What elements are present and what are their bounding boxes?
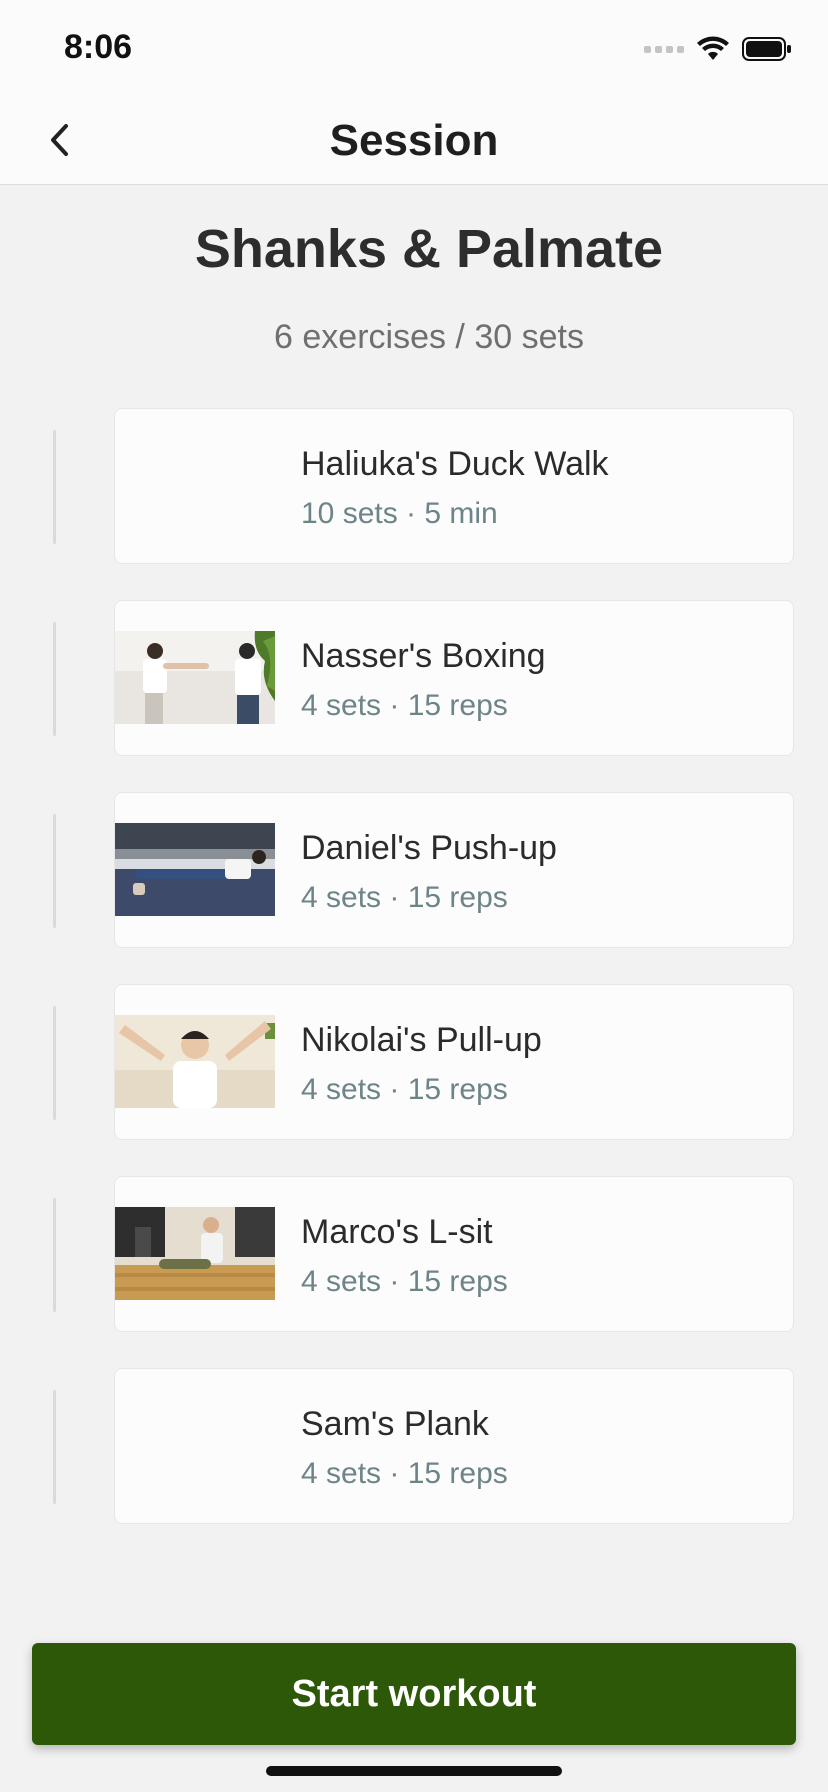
timeline-connector [53, 1006, 56, 1120]
exercise-card[interactable]: Nikolai's Pull-up 4 sets · 15 reps [114, 984, 794, 1140]
exercise-meta: 10 sets · 5 min [301, 497, 498, 530]
exercise-card[interactable]: Daniel's Push-up 4 sets · 15 reps [114, 792, 794, 948]
exercise-name: Nasser's Boxing [301, 637, 546, 675]
session-summary: 6 exercises / 30 sets [274, 318, 584, 356]
timeline-connector [53, 430, 56, 544]
nav-bar: Session [0, 96, 828, 185]
status-icons [644, 36, 792, 62]
nav-title: Session [329, 116, 499, 165]
list-item: Marco's L-sit 4 sets · 15 reps [0, 1176, 828, 1368]
exercise-name: Nikolai's Pull-up [301, 1021, 542, 1059]
timeline-connector [53, 1198, 56, 1312]
timeline-connector [53, 1390, 56, 1504]
list-item: Nikolai's Pull-up 4 sets · 15 reps [0, 984, 828, 1176]
exercise-thumbnail [115, 1015, 275, 1108]
exercise-name: Haliuka's Duck Walk [301, 445, 609, 483]
exercise-name: Marco's L-sit [301, 1213, 493, 1251]
list-item: Daniel's Push-up 4 sets · 15 reps [0, 792, 828, 984]
exercise-list: Haliuka's Duck Walk 10 sets · 5 min Nass… [0, 408, 828, 1560]
exercise-card[interactable]: Nasser's Boxing 4 sets · 15 reps [114, 600, 794, 756]
exercise-name: Daniel's Push-up [301, 829, 557, 867]
session-title: Shanks & Palmate [194, 219, 664, 279]
exercise-thumbnail [115, 823, 275, 916]
exercise-card[interactable]: Haliuka's Duck Walk 10 sets · 5 min [114, 408, 794, 564]
exercise-card[interactable]: Marco's L-sit 4 sets · 15 reps [114, 1176, 794, 1332]
exercise-meta: 4 sets · 15 reps [301, 881, 508, 914]
home-indicator[interactable] [266, 1766, 562, 1776]
wifi-icon [697, 36, 729, 60]
timeline-connector [53, 814, 56, 928]
list-item: Nasser's Boxing 4 sets · 15 reps [0, 600, 828, 792]
exercise-name: Sam's Plank [301, 1405, 489, 1443]
list-item: Haliuka's Duck Walk 10 sets · 5 min [0, 408, 828, 600]
list-item: Sam's Plank 4 sets · 15 reps [0, 1368, 828, 1560]
battery-icon [742, 37, 791, 61]
exercise-meta: 4 sets · 15 reps [301, 689, 508, 722]
exercise-meta: 4 sets · 15 reps [301, 1265, 508, 1298]
exercise-thumbnail [115, 631, 275, 724]
signal-icon [644, 45, 684, 53]
start-workout-button[interactable]: Start workout [32, 1643, 796, 1745]
exercise-meta: 4 sets · 15 reps [301, 1457, 508, 1490]
exercise-card[interactable]: Sam's Plank 4 sets · 15 reps [114, 1368, 794, 1524]
timeline-connector [53, 622, 56, 736]
exercise-meta: 4 sets · 15 reps [301, 1073, 508, 1106]
status-bar: 8:06 [0, 0, 828, 96]
status-time: 8:06 [64, 28, 133, 66]
exercise-thumbnail [115, 1207, 275, 1300]
